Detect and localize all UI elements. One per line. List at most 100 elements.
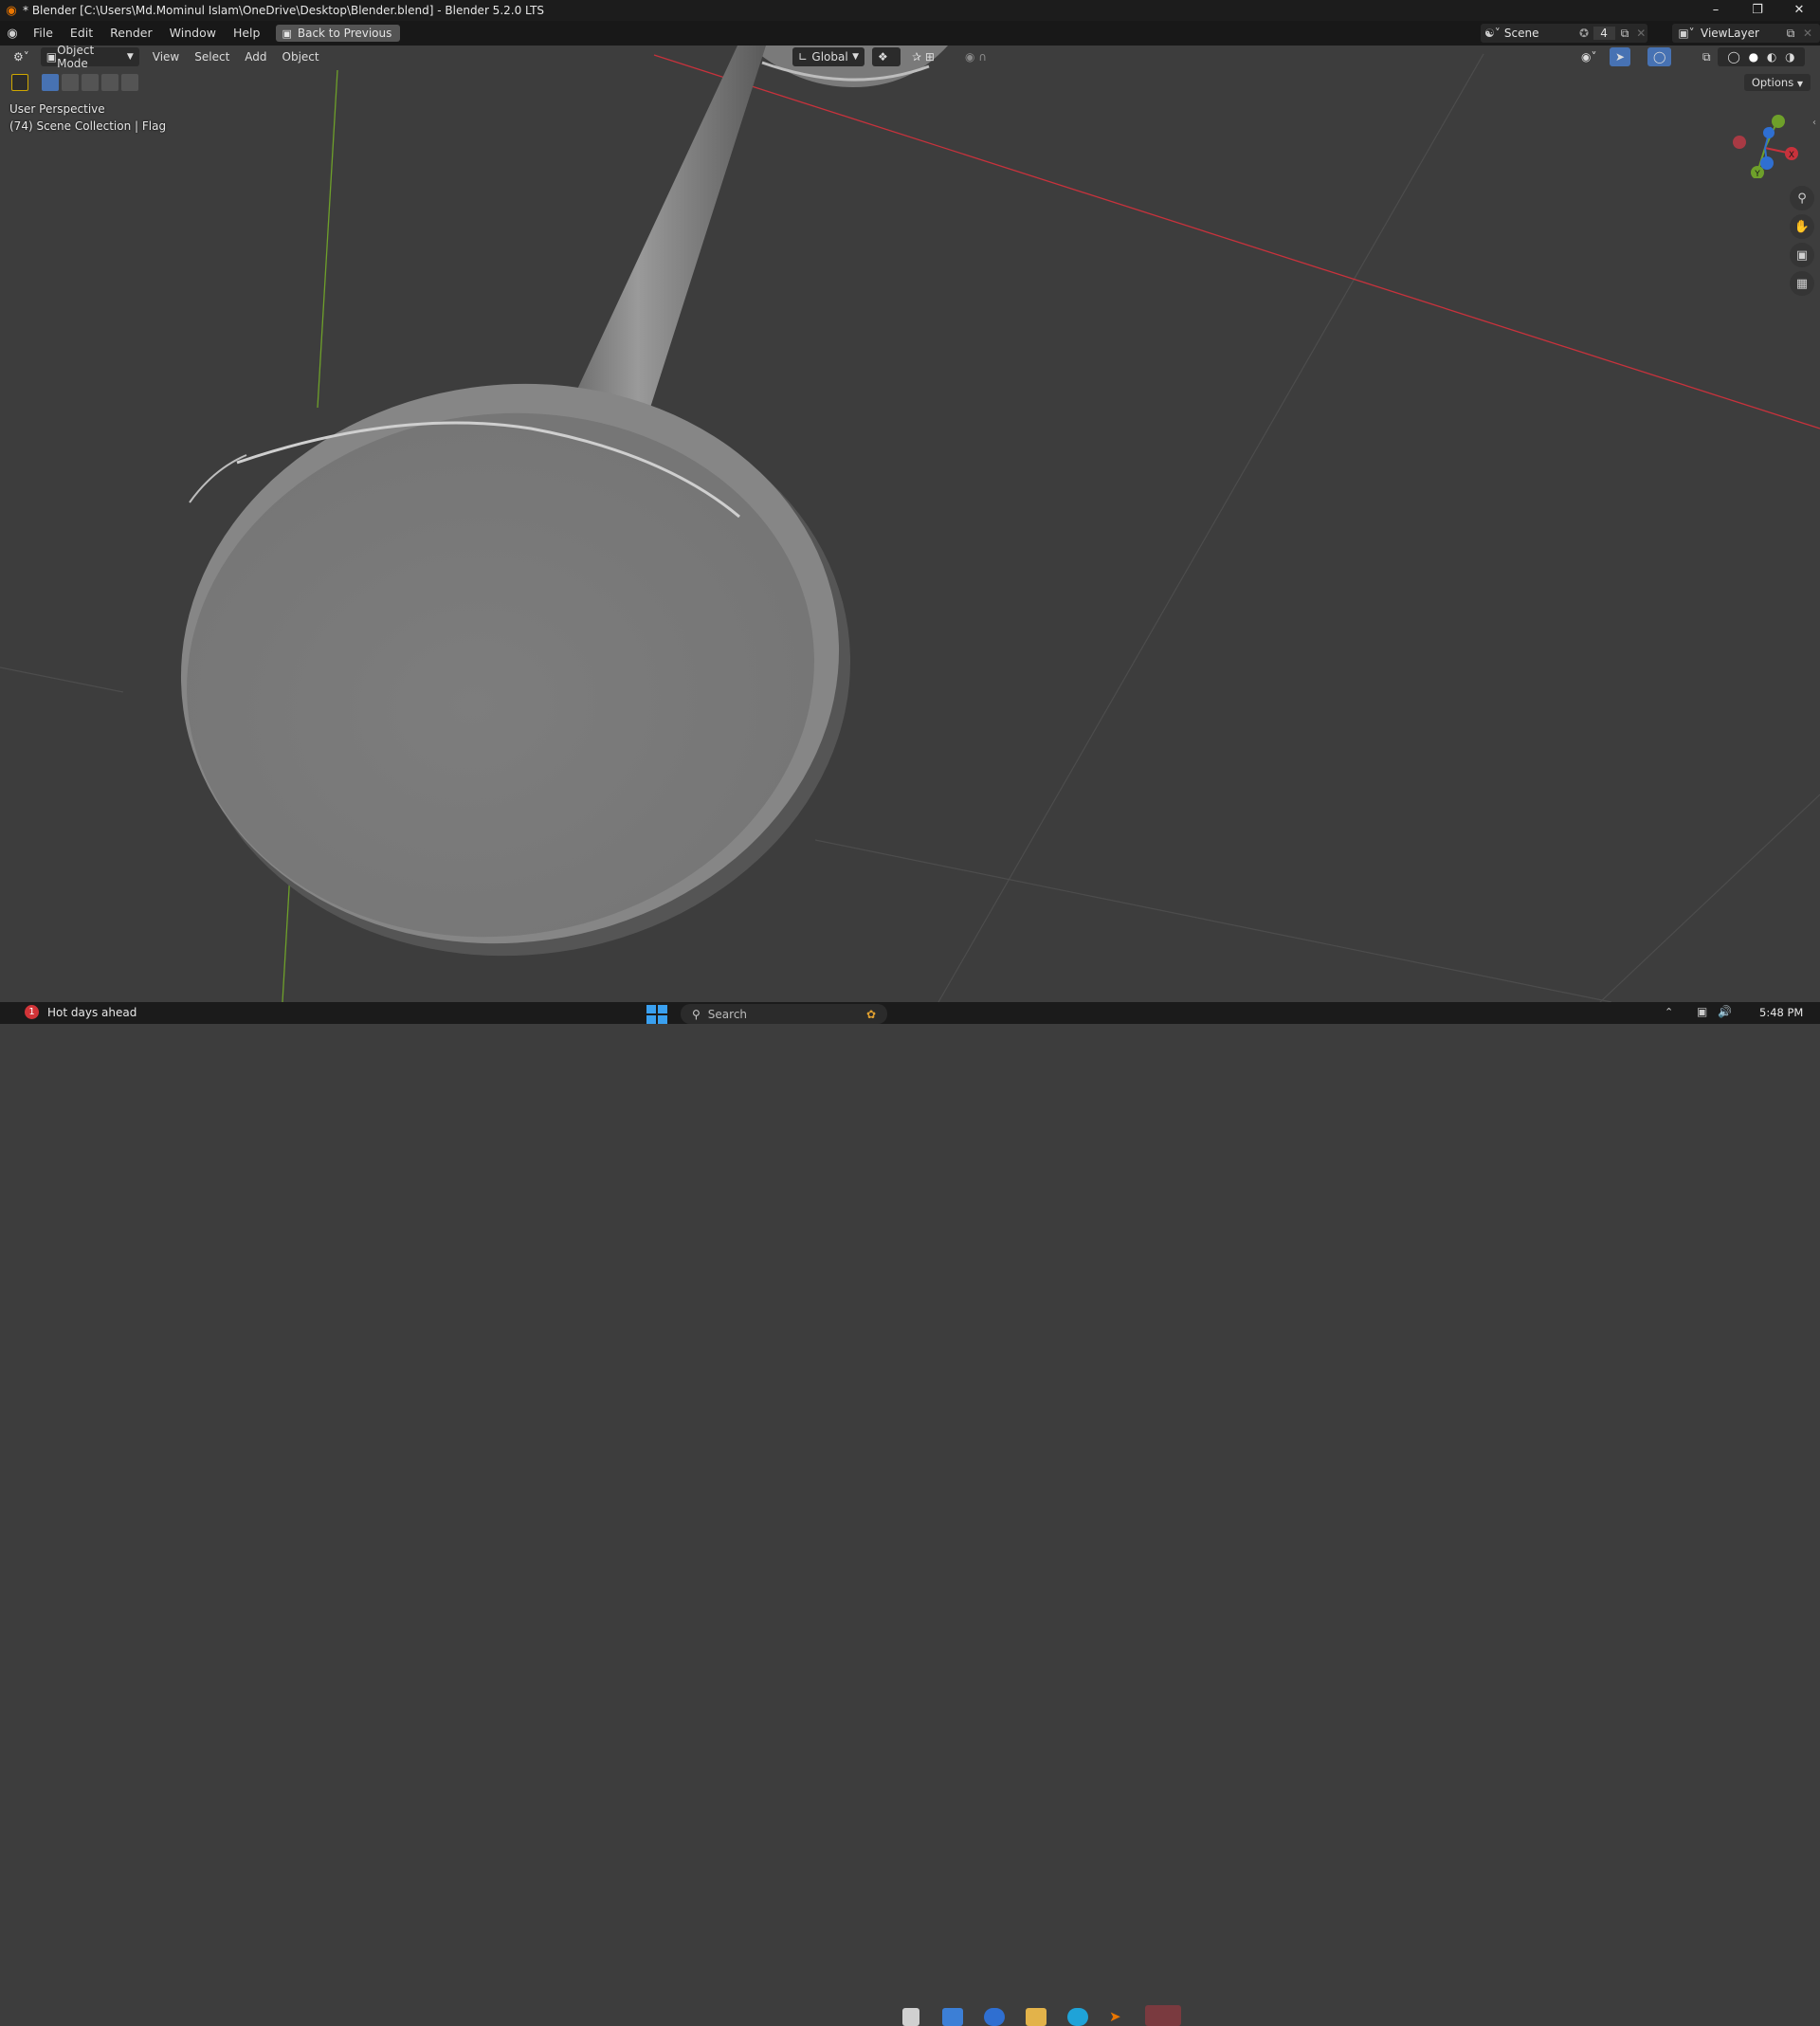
window-titlebar: ◉ * Blender [C:\Users\Md.Mominul Islam\O… bbox=[0, 0, 1820, 21]
network-icon[interactable]: ▣ bbox=[1697, 1005, 1707, 1018]
options-dropdown[interactable]: Options ▼ bbox=[1743, 74, 1811, 91]
maximize-button[interactable]: ❐ bbox=[1737, 0, 1778, 21]
file-explorer-icon[interactable] bbox=[1026, 2008, 1046, 2026]
search-icon: ⚲ bbox=[692, 1007, 701, 1021]
select-new-icon[interactable] bbox=[42, 74, 59, 91]
neg-x-axis-ball[interactable] bbox=[1733, 136, 1746, 149]
chevron-down-icon: ▼ bbox=[126, 52, 134, 62]
pin-icon[interactable]: ✪ bbox=[1574, 27, 1592, 40]
weather-text[interactable]: Hot days ahead bbox=[47, 1006, 136, 1019]
remove-viewlayer-icon[interactable]: ✕ bbox=[1801, 27, 1814, 40]
menu-edit[interactable]: Edit bbox=[62, 21, 101, 46]
y-axis-line bbox=[317, 69, 338, 409]
select-box-tool-icon[interactable] bbox=[11, 74, 28, 91]
remove-scene-icon[interactable]: ✕ bbox=[1635, 27, 1647, 40]
mode-dropdown[interactable]: ▣ Object Mode ▼ bbox=[40, 46, 139, 70]
menu-file[interactable]: File bbox=[25, 21, 62, 46]
store-app-icon[interactable] bbox=[942, 2008, 963, 2026]
scene-selector[interactable]: ☯˅ Scene ✪ 4 ⧉ ✕ bbox=[1481, 24, 1647, 43]
snap-button[interactable]: ✰ ⊞ bbox=[906, 47, 954, 66]
new-viewlayer-icon[interactable]: ⧉ bbox=[1780, 27, 1801, 41]
task-view-icon[interactable] bbox=[902, 2008, 919, 2026]
camera-view-icon[interactable]: ▣ bbox=[1790, 243, 1814, 267]
options-label: Options bbox=[1751, 76, 1794, 89]
search-highlight-icon: ✿ bbox=[865, 1007, 876, 1021]
editor-type-button[interactable]: ⚙˅ bbox=[8, 47, 35, 66]
scene-icon: ☯˅ bbox=[1484, 27, 1501, 40]
back-to-previous-button[interactable]: ▣ Back to Previous bbox=[276, 25, 401, 42]
viewlayer-name[interactable]: ViewLayer bbox=[1701, 27, 1780, 40]
xray-icon: ⧉ bbox=[1702, 49, 1711, 64]
select-subtract-icon[interactable] bbox=[82, 74, 99, 91]
object-menu[interactable]: Object bbox=[277, 47, 325, 66]
viewlayer-selector[interactable]: ▣˅ ViewLayer ⧉ ✕ bbox=[1672, 24, 1820, 43]
minimize-button[interactable]: – bbox=[1695, 0, 1737, 21]
select-menu[interactable]: Select bbox=[189, 47, 235, 66]
material-shading-icon[interactable]: ◐ bbox=[1767, 50, 1776, 64]
view-menu[interactable]: View bbox=[147, 47, 185, 66]
scene-users-count[interactable]: 4 bbox=[1592, 27, 1615, 40]
3d-viewport[interactable]: ⚙˅ ▣ Object Mode ▼ View Select Add Objec… bbox=[0, 46, 1820, 1002]
top-menu-bar: ◉ File Edit Render Window Help ▣ Back to… bbox=[0, 21, 1820, 46]
viewport-scene[interactable] bbox=[0, 46, 1820, 1002]
grid-line bbox=[1599, 794, 1820, 1002]
orientation-label: Global bbox=[811, 50, 848, 64]
blender-logo-icon: ◉ bbox=[6, 3, 17, 18]
grid-line bbox=[0, 666, 124, 693]
blender-app-icon[interactable]: ➤ bbox=[1109, 2008, 1130, 2026]
neg-z-axis-ball[interactable] bbox=[1763, 127, 1774, 138]
menu-help[interactable]: Help bbox=[225, 21, 269, 46]
add-menu[interactable]: Add bbox=[239, 47, 272, 66]
navigation-gizmo[interactable]: X Y bbox=[1729, 110, 1801, 178]
wireframe-shading-icon[interactable]: ◯ bbox=[1727, 50, 1739, 64]
proportional-edit-icon: ◉ ∩ bbox=[965, 50, 988, 64]
x-axis-label: X bbox=[1789, 151, 1794, 160]
viewlayer-icon: ▣˅ bbox=[1678, 27, 1695, 40]
close-button[interactable]: ✕ bbox=[1778, 0, 1820, 21]
edge-browser-icon[interactable] bbox=[1067, 2008, 1088, 2026]
ortho-grid-icon[interactable]: ▦ bbox=[1790, 271, 1814, 296]
z-like-green-ball[interactable] bbox=[1772, 115, 1785, 128]
y-axis-label: Y bbox=[1754, 170, 1760, 178]
notification-badge: 1 bbox=[25, 1005, 39, 1019]
taskbar: 1 Hot days ahead ⚲ Search ✿ ➤ ⌃ ▣ 🔊 5:48… bbox=[0, 1002, 1820, 2026]
taskbar-search-box[interactable]: ⚲ Search ✿ bbox=[681, 1004, 887, 1024]
menu-render[interactable]: Render bbox=[101, 21, 161, 46]
flag-pole[interactable] bbox=[569, 46, 766, 431]
menu-window[interactable]: Window bbox=[161, 21, 225, 46]
rendered-shading-icon[interactable]: ◑ bbox=[1785, 50, 1794, 64]
proportional-editing-button[interactable]: ◉ ∩ bbox=[959, 47, 1007, 66]
clock-time[interactable]: 5:48 PM bbox=[1759, 1006, 1803, 1019]
z-axis-ball[interactable] bbox=[1760, 156, 1774, 170]
tray-chevron-icon[interactable]: ⌃ bbox=[1665, 1006, 1673, 1018]
grid-line bbox=[814, 839, 1612, 1002]
window-title: * Blender [C:\Users\Md.Mominul Islam\One… bbox=[23, 4, 545, 17]
blender-menu-icon[interactable]: ◉ bbox=[0, 27, 25, 41]
zoom-icon[interactable]: ⚲ bbox=[1790, 186, 1814, 210]
volume-icon[interactable]: 🔊 bbox=[1718, 1005, 1732, 1018]
navigation-tools: ⚲ ✋ ▣ ▦ bbox=[1790, 186, 1814, 296]
select-extend-icon[interactable] bbox=[62, 74, 79, 91]
visibility-button[interactable]: ◉˅ bbox=[1575, 47, 1602, 66]
select-invert-icon[interactable] bbox=[101, 74, 118, 91]
pan-hand-icon[interactable]: ✋ bbox=[1790, 214, 1814, 239]
transform-orientation-dropdown[interactable]: ∟ Global ▼ bbox=[792, 47, 864, 66]
sidebar-toggle-icon[interactable]: ‹ bbox=[1812, 118, 1820, 133]
new-scene-icon[interactable]: ⧉ bbox=[1615, 27, 1635, 41]
overlays-toggle-button[interactable]: ◯ bbox=[1647, 47, 1672, 66]
xray-toggle-button[interactable]: ⧉ bbox=[1697, 47, 1717, 66]
back-to-previous-label: Back to Previous bbox=[297, 27, 392, 40]
solid-shading-icon[interactable]: ● bbox=[1749, 50, 1758, 64]
back-screen-icon: ▣ bbox=[282, 27, 292, 40]
select-intersect-icon[interactable] bbox=[121, 74, 138, 91]
gizmo-toggle-button[interactable]: ➤ bbox=[1610, 47, 1631, 66]
mode-label: Object Mode bbox=[57, 46, 95, 70]
select-mode-toolbar bbox=[11, 74, 138, 91]
pivot-point-button[interactable]: ❖ bbox=[872, 47, 901, 66]
shading-buttons[interactable]: ◯ ● ◐ ◑ bbox=[1718, 47, 1805, 66]
scene-name[interactable]: Scene bbox=[1504, 27, 1575, 40]
active-app-icon[interactable] bbox=[1145, 2005, 1181, 2026]
windows-start-icon[interactable] bbox=[646, 1005, 667, 1024]
snap-icon: ✰ ⊞ bbox=[912, 50, 935, 64]
copilot-app-icon[interactable] bbox=[984, 2008, 1005, 2026]
